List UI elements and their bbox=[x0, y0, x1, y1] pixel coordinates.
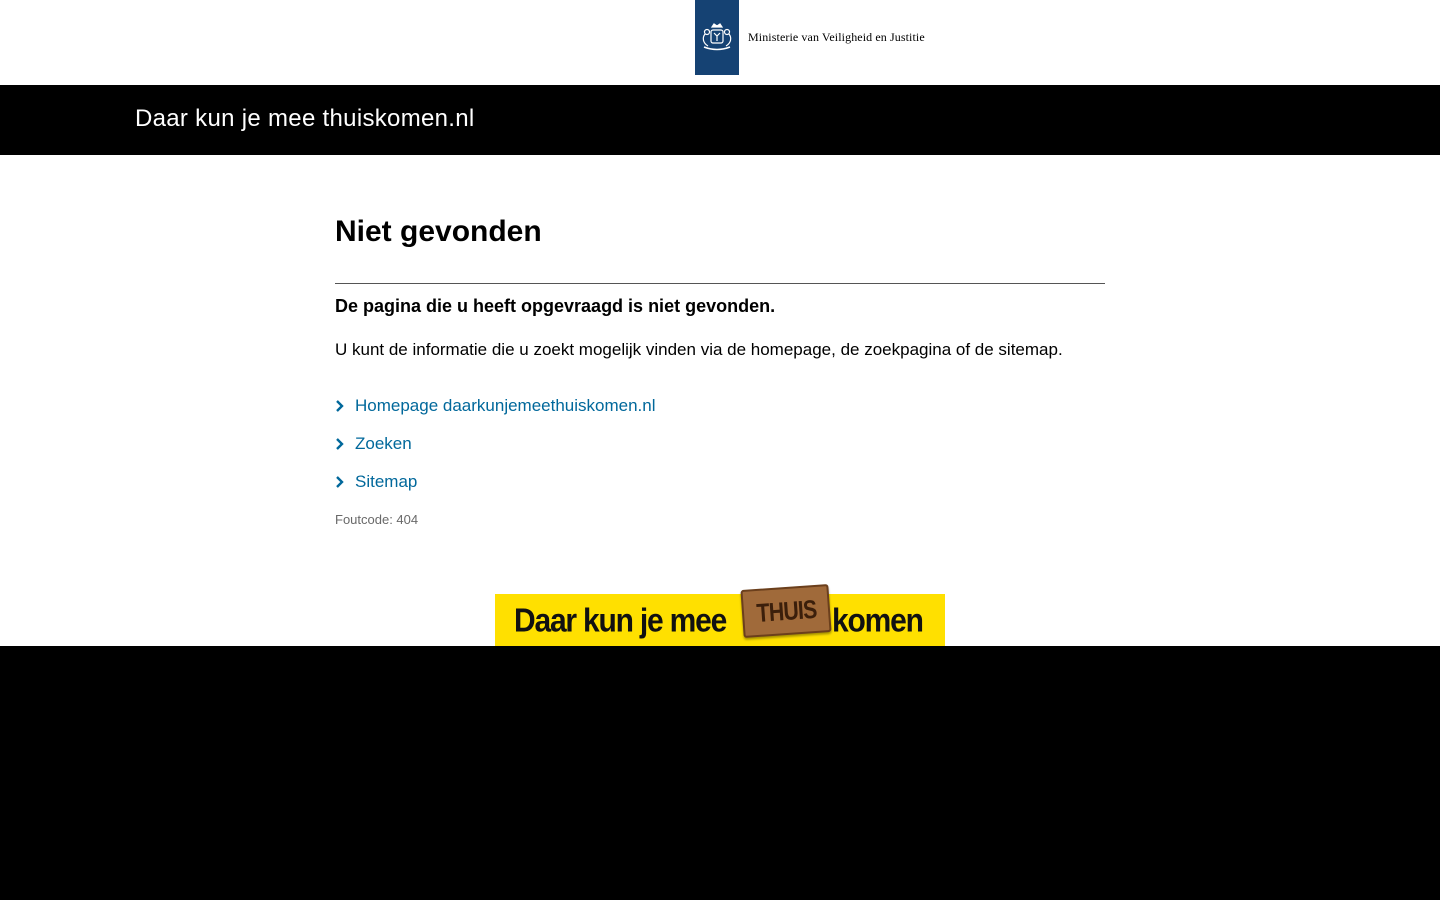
government-logo[interactable]: Ministerie van Veiligheid en Justitie bbox=[695, 0, 925, 75]
site-title[interactable]: Daar kun je mee thuiskomen.nl bbox=[135, 105, 475, 133]
chevron-right-icon bbox=[335, 399, 355, 413]
main-content: Niet gevonden De pagina die u heeft opge… bbox=[0, 155, 1440, 646]
error-lead-text: De pagina die u heeft opgevraagd is niet… bbox=[335, 296, 776, 316]
doormat-icon: THUIS bbox=[740, 583, 832, 639]
sitemap-link[interactable]: Sitemap bbox=[355, 472, 417, 492]
campaign-banner[interactable]: Daar kun je mee THUIS komen bbox=[495, 583, 945, 646]
list-item: Zoeken bbox=[335, 425, 656, 463]
chevron-right-icon bbox=[335, 475, 355, 489]
ministry-name: Ministerie van Veiligheid en Justitie bbox=[748, 30, 925, 44]
site-title-bar: Daar kun je mee thuiskomen.nl bbox=[0, 85, 1440, 155]
chevron-right-icon bbox=[335, 437, 355, 451]
coat-of-arms-icon bbox=[695, 0, 739, 75]
banner-mat-word: THUIS bbox=[755, 593, 817, 628]
page-title: Niet gevonden bbox=[335, 215, 542, 248]
error-code: Foutcode: 404 bbox=[335, 512, 419, 527]
divider bbox=[335, 283, 1105, 284]
banner-text-before: Daar kun je mee bbox=[514, 603, 727, 640]
error-info-text: U kunt de informatie die u zoekt mogelij… bbox=[335, 340, 1063, 359]
homepage-link[interactable]: Homepage daarkunjemeethuiskomen.nl bbox=[355, 396, 656, 416]
top-header: Ministerie van Veiligheid en Justitie bbox=[0, 0, 1440, 85]
search-link[interactable]: Zoeken bbox=[355, 434, 412, 454]
banner-text-after: komen bbox=[832, 603, 924, 640]
suggested-links-list: Homepage daarkunjemeethuiskomen.nl Zoeke… bbox=[335, 387, 656, 501]
list-item: Homepage daarkunjemeethuiskomen.nl bbox=[335, 387, 656, 425]
footer bbox=[0, 646, 1440, 900]
list-item: Sitemap bbox=[335, 463, 656, 501]
